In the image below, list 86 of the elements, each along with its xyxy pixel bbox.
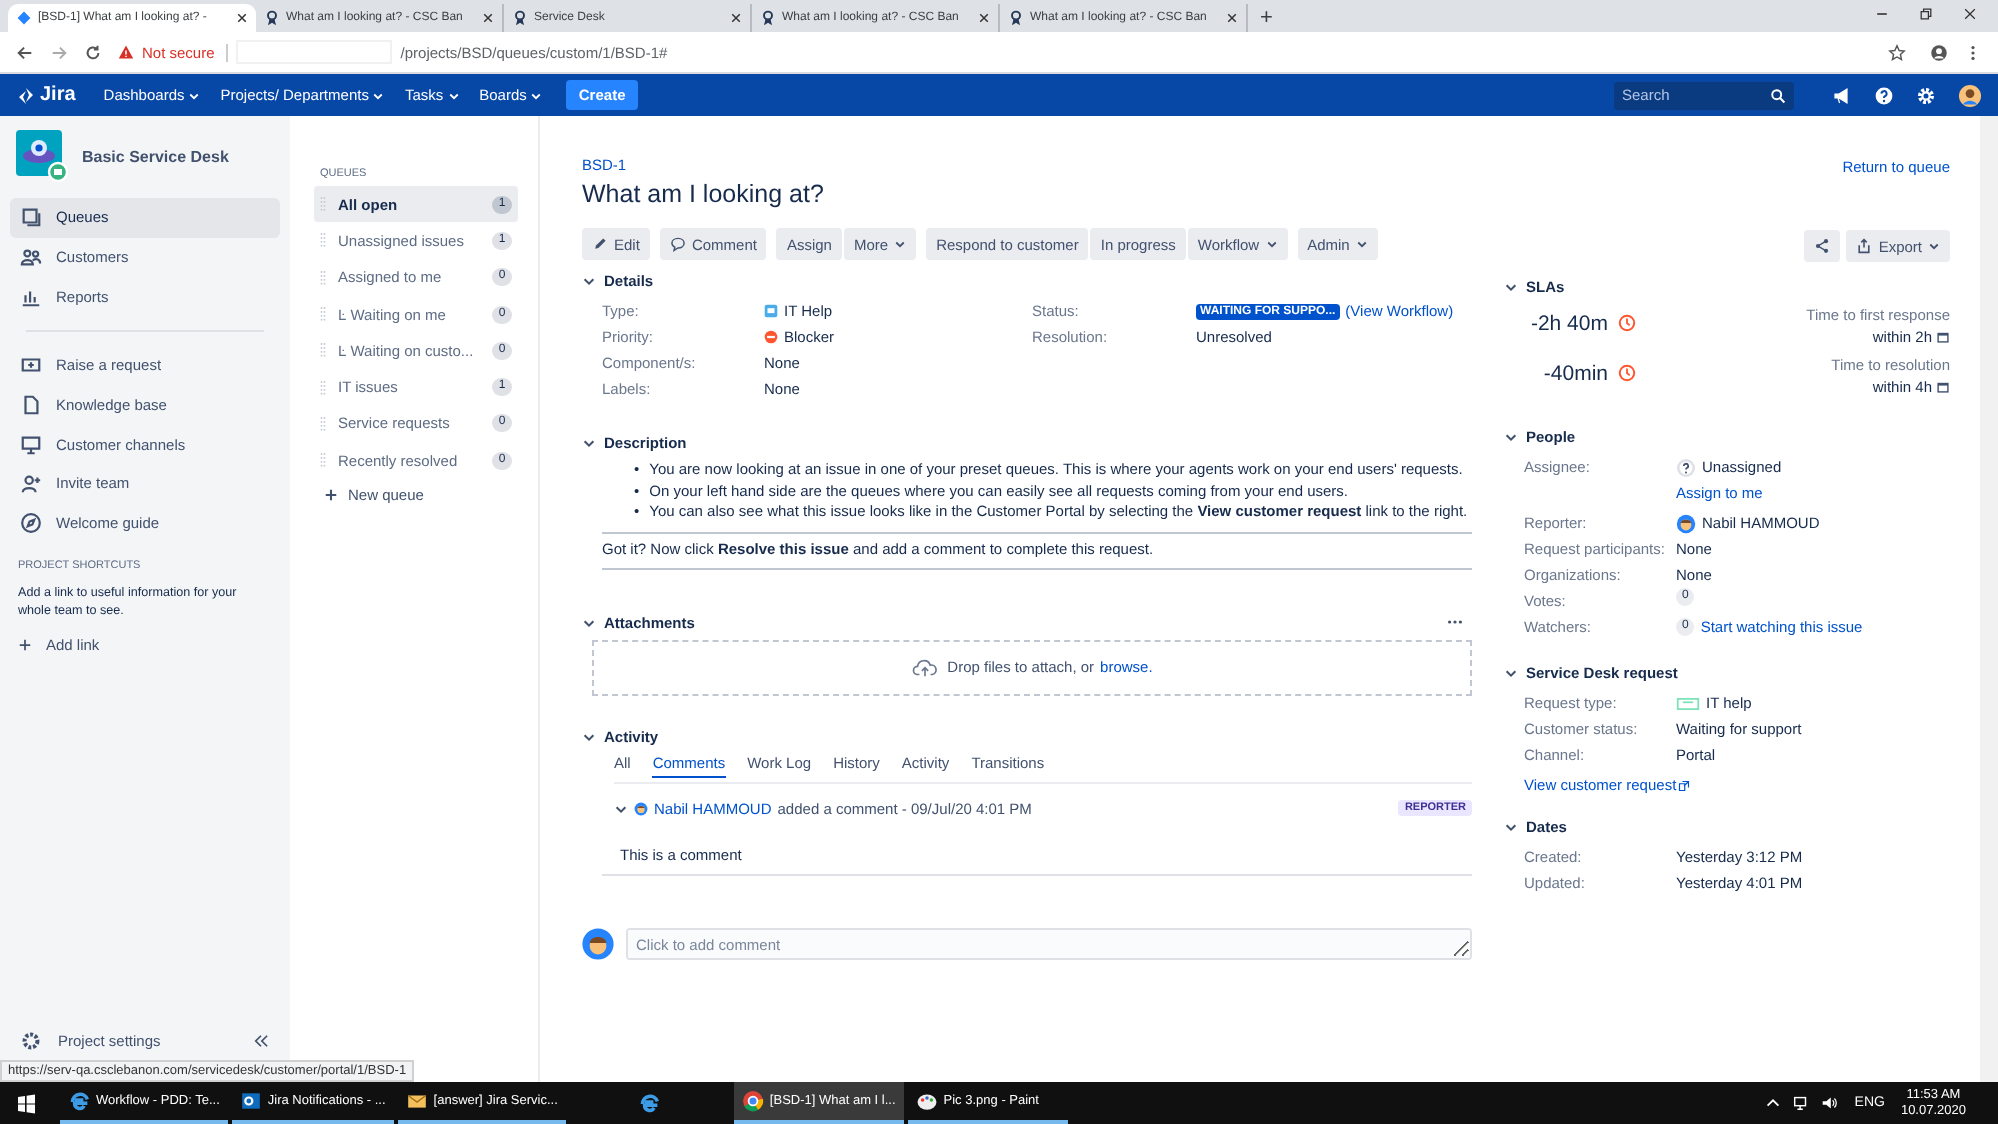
avatar-icon [634, 801, 648, 815]
unknown-user-icon [1676, 457, 1696, 477]
plus-icon [324, 488, 338, 503]
chevron-icon[interactable] [1504, 430, 1518, 444]
ribbon-icon [1008, 10, 1024, 26]
avatar-icon [582, 927, 614, 959]
sla-time: -2h 40m [1528, 312, 1608, 336]
blocker-icon [764, 330, 778, 344]
jira-logo-text[interactable]: Jira [40, 84, 76, 106]
pencil-icon [592, 236, 608, 252]
add-request-icon [20, 354, 42, 377]
close-icon[interactable] [1226, 12, 1238, 24]
caret-icon [372, 89, 385, 101]
reload-icon[interactable] [84, 43, 102, 61]
jira-logo-icon [16, 85, 36, 105]
project-avatar-icon [16, 130, 68, 182]
restore-icon[interactable] [1918, 5, 1934, 21]
export-icon [1856, 238, 1873, 254]
account-icon[interactable] [1930, 43, 1948, 61]
chevron-icon[interactable] [582, 729, 596, 743]
warning-icon [118, 44, 134, 60]
megaphone-icon[interactable] [1832, 85, 1852, 105]
caret-icon [530, 89, 543, 101]
jira-logo-icon [16, 10, 32, 26]
search-icon [1770, 87, 1786, 103]
mail-app-icon [239, 1090, 262, 1112]
chevron-icon[interactable] [582, 436, 596, 450]
calendar-icon [1936, 380, 1950, 394]
caret-icon [894, 238, 907, 250]
avatar-icon [1676, 513, 1696, 533]
browser-e-icon [68, 1090, 90, 1112]
clock-icon [1618, 364, 1636, 382]
calendar-icon [1936, 330, 1950, 344]
queue-icon [20, 206, 42, 229]
caret-up-icon[interactable] [1764, 1094, 1783, 1112]
collapse-icon[interactable] [252, 1034, 270, 1048]
new-tab-button[interactable]: + [1260, 6, 1273, 30]
compass-icon [20, 512, 42, 535]
plus-icon [18, 637, 32, 651]
caret-icon [447, 89, 460, 101]
issue-type-icon [764, 304, 778, 318]
settings-icon[interactable] [20, 1030, 42, 1052]
close-icon[interactable] [730, 12, 742, 24]
browser-e-icon [638, 1092, 661, 1114]
browser-circle-icon [741, 1090, 764, 1112]
close-icon[interactable] [482, 12, 494, 24]
ribbon-icon [760, 10, 776, 26]
ribbon-icon [264, 10, 280, 26]
palette-icon [915, 1090, 938, 1112]
chevron-icon[interactable] [582, 615, 596, 629]
chevron-icon[interactable] [582, 274, 596, 288]
share-button[interactable] [1804, 230, 1841, 262]
speech-bubble-icon [669, 236, 686, 252]
project-name: Basic Service Desk [82, 147, 229, 165]
chevron-icon[interactable] [1504, 820, 1518, 834]
caret-icon [1355, 238, 1368, 250]
add-person-icon [20, 472, 42, 495]
close-icon[interactable] [978, 12, 990, 24]
monitor-icon [20, 433, 42, 456]
share-icon [1814, 238, 1831, 254]
request-type-icon [1676, 693, 1700, 713]
caret-icon [1928, 240, 1940, 252]
scrollbar[interactable] [1980, 116, 1998, 1082]
chevron-icon[interactable] [614, 801, 628, 815]
clock-icon [1618, 314, 1636, 332]
issue-title: What am I looking at? [582, 180, 826, 208]
close-icon[interactable] [1962, 5, 1978, 21]
caret-icon [1265, 238, 1278, 250]
envelope-icon [405, 1090, 428, 1112]
cloud-upload-icon [911, 657, 938, 677]
speaker-icon[interactable] [1820, 1094, 1839, 1112]
network-icon[interactable] [1792, 1094, 1811, 1112]
document-icon [20, 394, 42, 417]
sla-time: -40min [1541, 362, 1608, 386]
avatar-icon[interactable] [1958, 83, 1982, 107]
chevron-icon[interactable] [1504, 280, 1518, 294]
close-icon[interactable] [236, 12, 248, 24]
back-icon[interactable] [16, 43, 34, 61]
caret-icon [188, 89, 201, 101]
more-icon[interactable] [1446, 618, 1464, 626]
people-icon [20, 246, 42, 269]
ribbon-icon [512, 10, 528, 26]
chevron-icon[interactable] [1504, 666, 1518, 680]
star-icon[interactable] [1888, 43, 1906, 61]
external-link-icon [1678, 779, 1691, 791]
help-icon[interactable] [1874, 85, 1894, 105]
